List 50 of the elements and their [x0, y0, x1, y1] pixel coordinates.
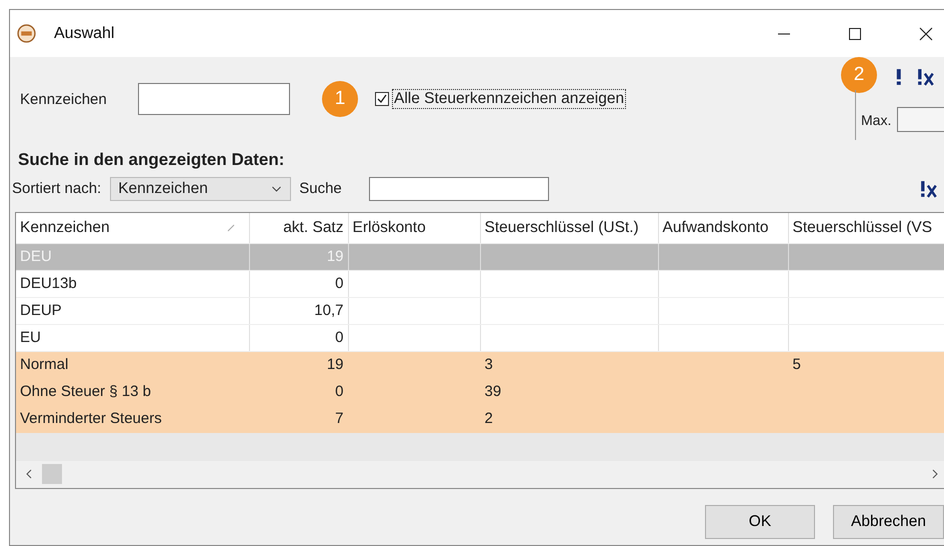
- maximize-icon[interactable]: [848, 26, 862, 40]
- table-cell: 0: [249, 324, 348, 351]
- column-header[interactable]: Kennzeichen: [20, 218, 110, 237]
- table-cell: 0: [249, 378, 348, 405]
- checkbox-box[interactable]: [375, 92, 389, 106]
- table-cell: 5: [788, 351, 944, 378]
- max-field[interactable]: [897, 107, 944, 132]
- table-cell: 39: [480, 378, 658, 405]
- table-cell: DEU: [16, 243, 249, 270]
- table-cell: Normal: [16, 351, 249, 378]
- search-field[interactable]: [368, 176, 549, 200]
- clear-filter-icon[interactable]: [920, 180, 938, 198]
- table-cell: 2: [480, 405, 658, 432]
- table-cell: 3: [480, 351, 658, 378]
- scroll-left-icon[interactable]: [26, 469, 32, 479]
- window-title: Auswahl: [54, 24, 114, 42]
- number-badge: 2: [841, 57, 877, 93]
- table-cell: 19: [249, 351, 348, 378]
- exclamation-icon[interactable]: [894, 68, 903, 86]
- table-cell: Ohne Steuer § 13 b: [16, 378, 249, 405]
- column-header[interactable]: Aufwandskonto: [658, 213, 788, 243]
- number-badge: 1: [322, 81, 358, 117]
- column-header[interactable]: Steuerschlüssel (USt.): [480, 213, 658, 243]
- column-header[interactable]: akt. Satz: [249, 213, 348, 243]
- dialog-button[interactable]: OK: [705, 505, 815, 539]
- chevron-down-icon[interactable]: [271, 186, 282, 192]
- table-cell: 10,7: [249, 297, 348, 324]
- column-header[interactable]: Steuerschlüssel (VS: [788, 213, 944, 243]
- clear-filter-icon[interactable]: [917, 68, 935, 86]
- sort-label: Sortiert nach:: [12, 180, 102, 197]
- scroll-thumb[interactable]: [42, 464, 62, 484]
- max-label: Max.: [861, 112, 892, 128]
- field-label: Kennzeichen: [20, 91, 108, 108]
- table-cell: 19: [249, 243, 348, 270]
- table-cell: EU: [16, 324, 249, 351]
- table-cell: 7: [249, 405, 348, 432]
- table-cell: 0: [249, 270, 348, 297]
- horizontal-scrollbar[interactable]: [16, 460, 944, 488]
- input-field[interactable]: [138, 83, 290, 115]
- scroll-right-icon[interactable]: [932, 469, 938, 479]
- close-icon[interactable]: [919, 26, 933, 40]
- table-cell: Verminderter Steuers: [16, 405, 249, 432]
- column-header[interactable]: Erlöskonto: [348, 213, 480, 243]
- section-heading: Suche in den angezeigten Daten:: [18, 150, 286, 170]
- app-icon: [17, 24, 36, 43]
- dialog-button[interactable]: Abbrechen: [833, 505, 944, 539]
- sort-dropdown[interactable]: Kennzeichen: [110, 176, 292, 200]
- table-cell: DEU13b: [16, 270, 249, 297]
- search-label: Suche: [299, 180, 342, 197]
- table-cell: DEUP: [16, 297, 249, 324]
